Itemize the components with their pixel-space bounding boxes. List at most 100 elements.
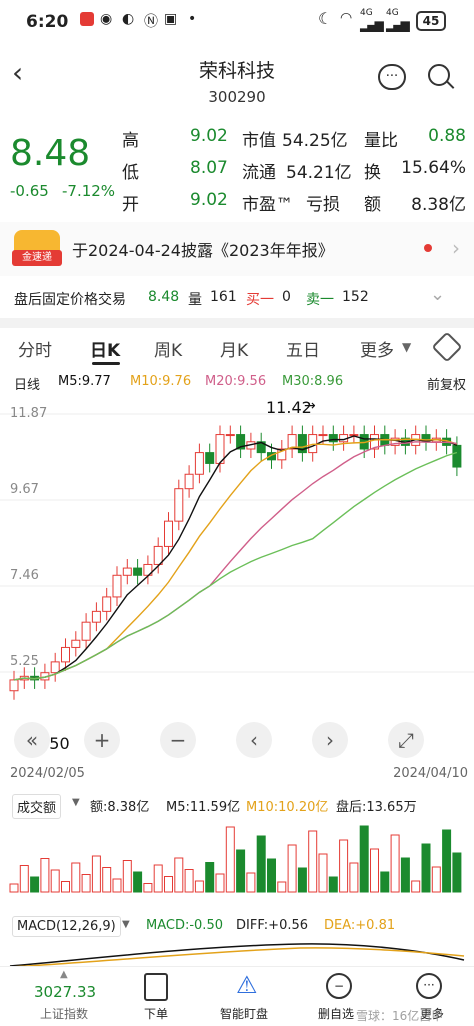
volume-bar <box>174 857 184 893</box>
candle-body <box>184 473 194 490</box>
after-hours-vol-label: 量 <box>188 292 202 308</box>
tab-weekly-k[interactable]: 周K <box>154 336 182 361</box>
high-value: 9.02 <box>190 126 228 146</box>
volume-bar <box>205 862 215 893</box>
after-hours-bar[interactable]: 盘后固定价格交易 8.48 量 161 买一 0 卖一 152 ⌄ <box>0 278 474 318</box>
high-arrow-icon: → <box>304 398 316 414</box>
after-hours-price: 8.48 <box>148 289 180 305</box>
volume-bar <box>297 867 307 893</box>
turnover-value: 15.64% <box>401 158 466 178</box>
volume-bar <box>400 857 410 893</box>
customer-service-icon[interactable]: ··· <box>378 64 406 90</box>
volume-bar <box>359 825 369 893</box>
price-change-pct: -7.12% <box>62 182 116 200</box>
bottom-toolbar: ▲ 3027.33 上证指数 下单 ⚠ 智能盯盘 − 删自选 ··· 更多 雪球… <box>0 966 474 1026</box>
volume-bar <box>236 849 246 893</box>
volume-bar <box>30 876 40 893</box>
y-label-2: 9.67 <box>10 482 39 497</box>
macd-indicator-select[interactable]: MACD(12,26,9) <box>12 916 121 937</box>
news-banner[interactable]: 金速递 于2024-04-24披露《2023年年报》 › <box>0 222 474 276</box>
volume-bar <box>246 872 256 893</box>
vr-label: 量比 <box>364 131 398 151</box>
macd-value: MACD:-0.50 <box>146 918 223 933</box>
chevron-down-icon[interactable]: ⌄ <box>430 284 445 305</box>
ma5-value: M5:9.77 <box>58 374 111 389</box>
volume-bar <box>339 839 349 893</box>
candle-body <box>122 567 132 576</box>
volume-bars <box>9 825 462 893</box>
more-dot-icon: • <box>188 11 197 27</box>
active-tab-indicator <box>92 362 120 365</box>
tab-monthly-k[interactable]: 月K <box>220 336 248 361</box>
mcap-label: 市值 <box>242 131 276 151</box>
caret-down-icon: ▼ <box>72 797 80 808</box>
remove-icon[interactable]: − <box>326 973 352 999</box>
gauge-icon: ◐ <box>122 11 135 27</box>
tab-timeshare[interactable]: 分时 <box>18 336 52 361</box>
settings-icon[interactable] <box>431 331 463 363</box>
ma-legend: 日线 M5:9.77 M10:9.76 M20:9.56 M30:8.96 前复… <box>0 370 474 394</box>
zoom-in-button[interactable]: + <box>84 722 120 758</box>
volume-bar <box>215 873 225 893</box>
index-value[interactable]: 3027.33 <box>34 983 96 1001</box>
fullscreen-button[interactable]: ⤢ <box>388 722 424 758</box>
volume-bar <box>277 881 287 893</box>
volume-bar <box>256 835 266 893</box>
ma10-value: M10:9.76 <box>130 374 192 389</box>
network-label-2: 4G <box>386 8 399 18</box>
amount-value: 8.38亿 <box>411 195 466 215</box>
volume-bar <box>133 871 143 893</box>
adjust-mode[interactable]: 前复权 <box>427 374 466 393</box>
sell1-value: 152 <box>342 289 369 305</box>
candle-body <box>91 610 101 623</box>
date-end: 2024/04/10 <box>393 766 468 781</box>
volume-bar <box>153 864 163 893</box>
scroll-right-button[interactable]: › <box>312 722 348 758</box>
smart-watch-label[interactable]: 智能盯盘 <box>220 1005 268 1022</box>
tab-five-day[interactable]: 五日 <box>286 336 320 361</box>
volume-bar <box>442 829 452 893</box>
after-hours-label: 盘后固定价格交易 <box>14 292 126 308</box>
period-tabs: 分时 日K 周K 月K 五日 更多 ▼ <box>0 328 474 368</box>
order-label[interactable]: 下单 <box>144 1005 168 1022</box>
volume-bar <box>421 843 431 893</box>
tab-daily-k[interactable]: 日K <box>90 336 120 361</box>
more-icon[interactable]: ··· <box>416 973 442 999</box>
candle-body <box>61 646 70 663</box>
signal-icon-1: ▂▄▆ <box>360 18 384 32</box>
zoom-out-button[interactable]: − <box>160 722 196 758</box>
scroll-left-button[interactable]: ‹ <box>236 722 272 758</box>
open-value: 9.02 <box>190 190 228 210</box>
date-start: 2024/02/05 <box>10 766 85 781</box>
news-badge: 金速递 <box>12 250 62 266</box>
sell1-label: 卖一 <box>306 292 334 308</box>
order-icon[interactable] <box>144 973 168 1001</box>
volume-bar <box>318 853 328 893</box>
volume-bar <box>349 862 359 893</box>
y-label-4: 5.25 <box>10 654 39 669</box>
app-notification-icon <box>80 12 94 26</box>
index-name[interactable]: 上证指数 <box>40 1005 88 1022</box>
pe-label: 市盈™ <box>242 195 293 215</box>
volume-m10: M10:10.20亿 <box>246 800 329 815</box>
candle-body <box>308 434 318 454</box>
candle-body <box>318 434 328 437</box>
unread-dot-icon <box>424 244 432 252</box>
delete-watch-label[interactable]: 删自选 <box>318 1005 354 1022</box>
turnover-label: 换 <box>364 163 381 183</box>
volume-panel: 成交额 ▼ 额:8.38亿 M5:11.59亿 M10:10.20亿 盘后:13… <box>0 788 474 908</box>
tab-more[interactable]: 更多 <box>360 336 394 361</box>
volume-bar <box>102 867 112 893</box>
candle-body <box>102 596 112 612</box>
collapse-icon[interactable]: « <box>14 722 50 758</box>
volume-bar <box>267 858 276 893</box>
chevron-right-icon: › <box>452 236 460 260</box>
ma30-value: M30:8.96 <box>282 374 344 389</box>
bell-icon[interactable]: ⚠ <box>236 971 258 999</box>
volume-bar <box>19 865 29 893</box>
volume-bar <box>122 860 132 893</box>
volume-bar <box>225 826 235 893</box>
buy1-label: 买一 <box>246 292 274 308</box>
caret-down-icon: ▼ <box>122 919 130 930</box>
candle-body <box>112 574 122 598</box>
